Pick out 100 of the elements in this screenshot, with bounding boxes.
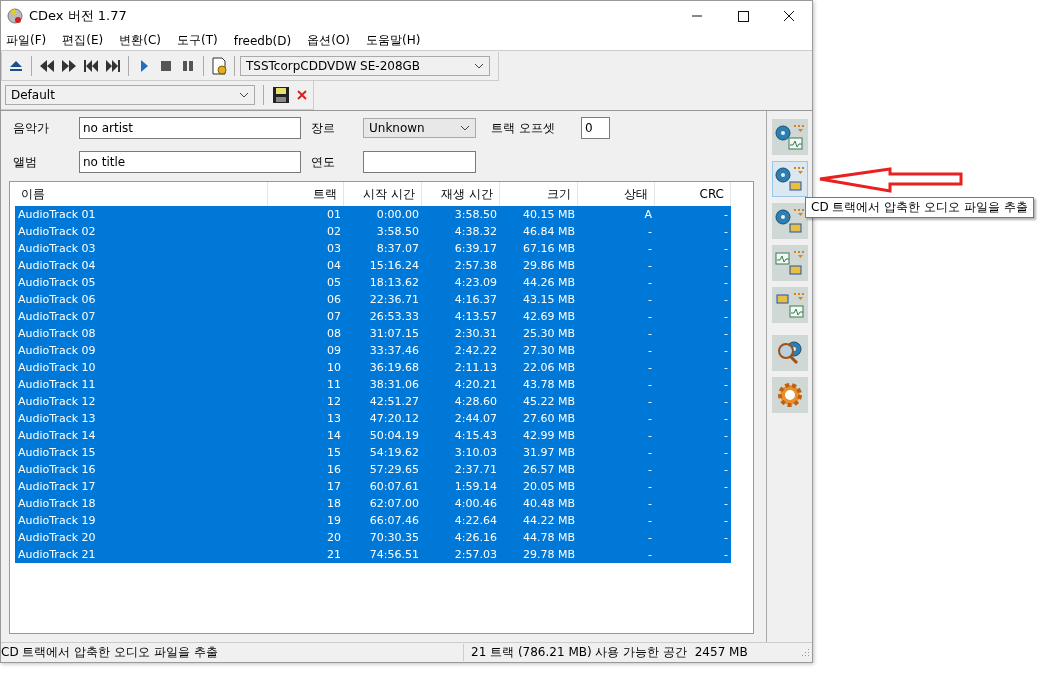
table-cell-text: 29.86 MB <box>521 258 576 274</box>
table-cell-text: 18 <box>326 496 342 512</box>
table-cell-text: 03 <box>326 241 342 257</box>
track-row[interactable]: AudioTrack 19 19 66:07.46 4:22.64 44.22 MB - - <box>15 512 731 529</box>
track-row[interactable]: AudioTrack 09 09 33:37.46 2:42.22 27.30 MB - - <box>15 342 731 359</box>
field-label: 앨범 <box>13 153 38 171</box>
delete-icon[interactable] <box>295 88 309 102</box>
table-cell-text: 1:59.14 <box>453 479 498 495</box>
table-cell-text: - <box>723 428 729 444</box>
table-cell-text: - <box>647 241 653 257</box>
table-cell-text: 4:28.60 <box>453 394 498 410</box>
toolbar-button[interactable] <box>771 287 808 323</box>
table-cell-text: - <box>647 479 653 495</box>
table-cell-text: - <box>723 292 729 308</box>
menu-item[interactable]: 변환(C) <box>119 32 161 49</box>
table-cell-text: - <box>723 496 729 512</box>
table-cell-text: AudioTrack 11 <box>17 377 97 393</box>
field-label: 연도 <box>310 153 336 171</box>
toolbar-button[interactable] <box>771 119 808 155</box>
table-cell-text: AudioTrack 17 <box>17 479 97 495</box>
table-cell-text: AudioTrack 13 <box>17 411 97 427</box>
menu-item[interactable]: 옵션(O) <box>307 32 350 49</box>
table-cell-text: 46.84 MB <box>521 224 576 240</box>
field-label: 음악가 <box>13 119 50 137</box>
track-row[interactable]: AudioTrack 21 21 74:56.51 2:57.03 29.78 MB - - <box>15 546 731 563</box>
table-cell-text: A <box>643 207 653 223</box>
menu-item[interactable]: 파일(F) <box>6 32 47 49</box>
track-row[interactable]: AudioTrack 12 12 42:51.27 4:28.60 45.22 MB - - <box>15 393 731 410</box>
table-cell-text: 2:30.31 <box>453 326 498 342</box>
table-cell-text: - <box>723 275 729 291</box>
toolbar-button[interactable] <box>771 377 808 413</box>
track-row[interactable]: AudioTrack 16 16 57:29.65 2:37.71 26.57 MB - - <box>15 461 731 478</box>
menu-item[interactable]: freedb(D) <box>233 33 292 48</box>
menu-item[interactable]: 도움말(H) <box>366 32 421 49</box>
menu-item[interactable]: 편집(E) <box>62 32 104 49</box>
track-row[interactable]: AudioTrack 08 08 31:07.15 2:30.31 25.30 MB - - <box>15 325 731 342</box>
offset-field[interactable]: 0 <box>581 117 610 139</box>
track-row[interactable]: AudioTrack 14 14 50:04.19 4:15.43 42.99 MB - - <box>15 427 731 444</box>
toolbar-button[interactable] <box>771 203 808 239</box>
table-cell-text: - <box>647 377 653 393</box>
table-cell-text: 21 <box>326 547 342 563</box>
table-cell-text: 25.30 MB <box>521 326 576 342</box>
track-row[interactable]: AudioTrack 05 05 18:13.62 4:23.09 44.26 MB - - <box>15 274 731 291</box>
table-cell-text: 44.22 MB <box>521 513 576 529</box>
table-cell-text: 2:57.03 <box>453 547 498 563</box>
table-cell-text: 15 <box>326 445 342 461</box>
profile-dropdown[interactable]: Default <box>5 85 255 105</box>
track-row[interactable]: AudioTrack 15 15 54:19.62 3:10.03 31.97 MB - - <box>15 444 731 461</box>
table-cell-text: AudioTrack 03 <box>17 241 97 257</box>
track-row[interactable]: AudioTrack 07 07 26:53.33 4:13.57 42.69 MB - - <box>15 308 731 325</box>
track-row[interactable]: AudioTrack 06 06 22:36.71 4:16.37 43.15 MB - - <box>15 291 731 308</box>
table-cell-text: 31:07.15 <box>368 326 420 342</box>
table-cell-text: 07 <box>326 309 342 325</box>
track-row[interactable]: AudioTrack 18 18 62:07.00 4:00.46 40.48 MB - - <box>15 495 731 512</box>
table-cell-text: 42:51.27 <box>368 394 420 410</box>
table-cell-text: - <box>723 445 729 461</box>
table-cell-text: 60:07.61 <box>368 479 420 495</box>
toolbar-button[interactable] <box>771 161 808 197</box>
table-cell-text: 42.99 MB <box>521 428 576 444</box>
table-cell-text: 4:15.43 <box>453 428 498 444</box>
table-cell-text: AudioTrack 10 <box>17 360 97 376</box>
year-field[interactable] <box>363 151 476 173</box>
track-row[interactable]: AudioTrack 17 17 60:07.61 1:59.14 20.05 MB - - <box>15 478 731 495</box>
track-row[interactable]: AudioTrack 13 13 47:20.12 2:44.07 27.60 MB - - <box>15 410 731 427</box>
table-cell-text: - <box>723 258 729 274</box>
toolbar-button[interactable] <box>771 245 808 281</box>
track-row[interactable]: AudioTrack 10 10 36:19.68 2:11.13 22.06 MB - - <box>15 359 731 376</box>
table-cell-text: AudioTrack 04 <box>17 258 97 274</box>
table-cell-text: 4:23.09 <box>453 275 498 291</box>
track-row[interactable]: AudioTrack 04 04 15:16.24 2:57.38 29.86 MB - - <box>15 257 731 274</box>
table-cell-text: 15:16.24 <box>368 258 420 274</box>
table-cell-text: - <box>647 411 653 427</box>
toolbar-button[interactable] <box>771 335 808 371</box>
table-cell-text: - <box>647 530 653 546</box>
table-cell-text: 50:04.19 <box>368 428 420 444</box>
table-cell-text: - <box>647 326 653 342</box>
track-row[interactable]: AudioTrack 11 11 38:31.06 4:20.21 43.78 MB - - <box>15 376 731 393</box>
save-icon[interactable] <box>272 86 290 104</box>
table-cell-text: - <box>723 241 729 257</box>
table-cell-text: 20.05 MB <box>521 479 576 495</box>
menu-item[interactable]: 도구(T) <box>176 32 218 49</box>
table-cell-text: 19 <box>326 513 342 529</box>
table-cell-text: - <box>723 360 729 376</box>
track-row[interactable]: AudioTrack 03 03 8:37.07 6:39.17 67.16 MB - - <box>15 240 731 257</box>
table-cell-text: 2:44.07 <box>453 411 498 427</box>
track-row[interactable]: AudioTrack 01 01 0:00.00 3:58.50 40.15 MB A - <box>15 206 731 223</box>
track-row[interactable]: AudioTrack 02 02 3:58.50 4:38.32 46.84 MB - - <box>15 223 731 240</box>
table-cell-text: 70:30.35 <box>368 530 420 546</box>
table-cell-text: 44.26 MB <box>521 275 576 291</box>
artist-field[interactable]: no artist <box>79 117 301 139</box>
table-cell-text: 4:38.32 <box>453 224 498 240</box>
drive-dropdown[interactable]: TSSTcorpCDDVDW SE-208GB <box>240 56 490 76</box>
window-title: CDex 버전 1.77 <box>29 7 128 25</box>
genre-dropdown[interactable]: Unknown <box>363 118 476 138</box>
table-cell-text: 05 <box>326 275 342 291</box>
track-row[interactable]: AudioTrack 20 20 70:30.35 4:26.16 44.78 MB - - <box>15 529 731 546</box>
table-cell-text: - <box>647 445 653 461</box>
table-cell-text: AudioTrack 06 <box>17 292 97 308</box>
table-cell-text: 31.97 MB <box>521 445 576 461</box>
album-field[interactable]: no title <box>79 151 301 173</box>
